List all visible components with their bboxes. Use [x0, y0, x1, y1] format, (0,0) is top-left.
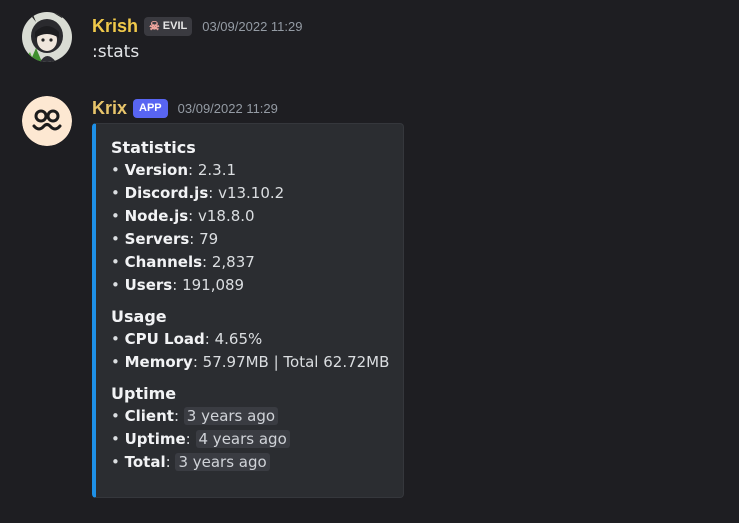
stat-row-uptime: • Uptime: 4 years ago — [111, 428, 395, 451]
role-tag: ☠ EVIL — [144, 16, 193, 36]
section-title-uptime: Uptime — [111, 384, 177, 403]
stat-row-channels: • Channels: 2,837 — [111, 253, 255, 271]
stat-row-cpu-load: • CPU Load: 4.65% — [111, 330, 263, 348]
avatar-krish[interactable] — [22, 12, 72, 62]
app-tag: APP — [133, 98, 168, 118]
message-krix: Krix APP 03/09/2022 11:29 Statistics • V… — [0, 88, 739, 518]
stats-embed: Statistics • Version: 2.3.1 • Discord.js… — [92, 123, 404, 498]
relative-time[interactable]: 3 years ago — [183, 407, 279, 425]
message-content: :stats — [92, 42, 140, 62]
username[interactable]: Krish — [92, 16, 138, 37]
stat-row-version: • Version: 2.3.1 — [111, 161, 237, 179]
role-tag-label: EVIL — [162, 20, 188, 32]
relative-time[interactable]: 3 years ago — [175, 453, 270, 471]
stat-row-nodejs: • Node.js: v18.8.0 — [111, 207, 255, 225]
stat-row-memory: • Memory: 57.97MB | Total 62.72MB — [111, 353, 390, 371]
section-title-statistics: Statistics — [111, 138, 196, 157]
message-krish: Krish ☠ EVIL 03/09/2022 11:29 :stats — [0, 0, 739, 80]
username[interactable]: Krix — [92, 98, 127, 119]
stat-row-servers: • Servers: 79 — [111, 230, 219, 248]
stat-row-users: • Users: 191,089 — [111, 276, 245, 294]
section-title-usage: Usage — [111, 307, 167, 326]
stat-row-discordjs: • Discord.js: v13.10.2 — [111, 184, 285, 202]
avatar-krix[interactable] — [22, 96, 72, 146]
skull-icon: ☠ — [149, 19, 160, 33]
stat-row-client: • Client: 3 years ago — [111, 405, 395, 428]
timestamp[interactable]: 03/09/2022 11:29 — [202, 19, 302, 34]
timestamp[interactable]: 03/09/2022 11:29 — [178, 101, 278, 116]
relative-time[interactable]: 4 years ago — [195, 430, 290, 448]
stat-row-total: • Total: 3 years ago — [111, 451, 395, 474]
